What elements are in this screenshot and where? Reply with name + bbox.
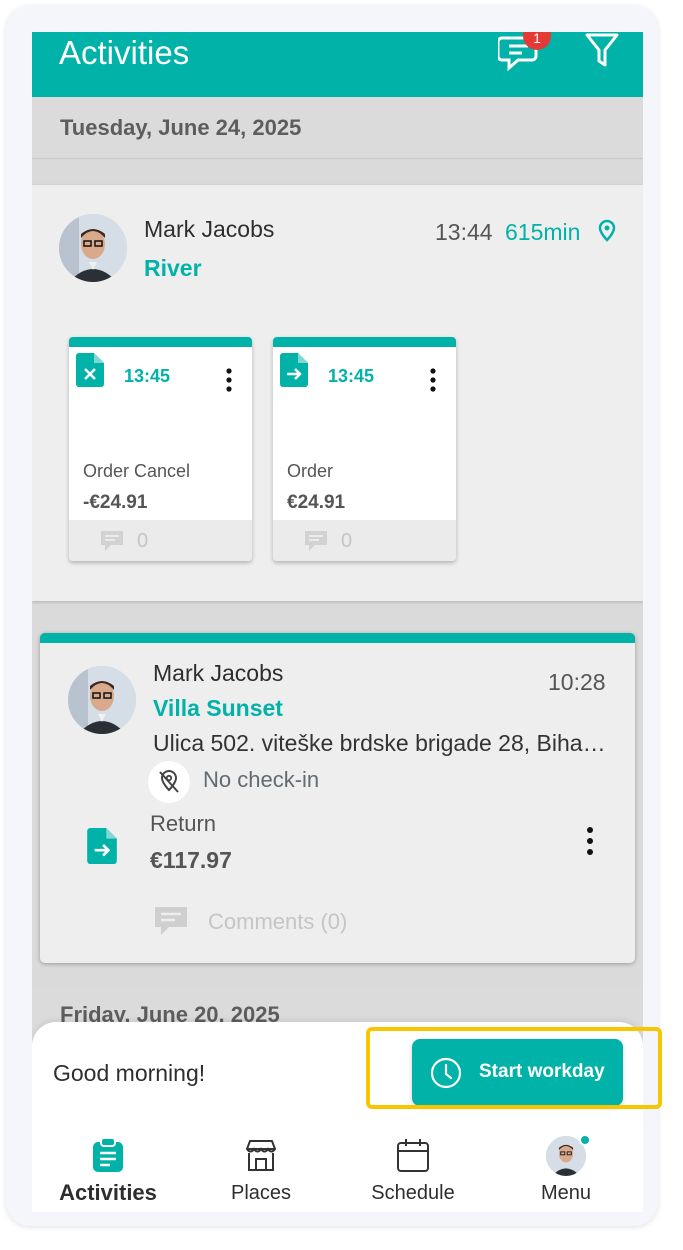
- document-arrow-icon: [87, 828, 117, 864]
- no-location-icon: [148, 761, 190, 803]
- nav-places[interactable]: Places: [201, 1132, 321, 1212]
- document-type: Order Cancel: [83, 461, 191, 481]
- highlight-box: [366, 1027, 662, 1109]
- visit-time: 13:44: [435, 219, 493, 245]
- document-type: Order: [287, 461, 334, 481]
- avatar: [68, 666, 136, 734]
- place-address: Ulica 502. viteške brdske brigade 28, Bi…: [153, 730, 606, 756]
- document-time: 13:45: [124, 366, 171, 386]
- nav-label: Schedule: [371, 1182, 455, 1204]
- visit-card[interactable]: Mark Jacobs River 13:44 615min 13:45 Ord…: [32, 185, 643, 601]
- comment-icon: [101, 531, 123, 551]
- calendar-icon: [397, 1139, 429, 1172]
- document-cancel-icon: [76, 353, 104, 387]
- page-title: Activities: [59, 34, 190, 71]
- filter-button[interactable]: [584, 32, 620, 70]
- location-pin-icon: [598, 219, 616, 242]
- comment-count: 0: [341, 530, 353, 552]
- document-footer: 0: [69, 520, 252, 561]
- online-status-dot: [579, 1134, 591, 1146]
- comments-link[interactable]: Comments (0): [208, 909, 347, 935]
- nav-label: Activities: [59, 1180, 157, 1205]
- greeting-text: Good morning!: [53, 1060, 206, 1086]
- date-header: Tuesday, June 24, 2025: [32, 97, 643, 159]
- store-icon: [246, 1140, 276, 1171]
- nav-activities[interactable]: Activities: [48, 1132, 168, 1212]
- comment-count: 0: [137, 530, 149, 552]
- comment-icon: [305, 531, 327, 551]
- comment-icon: [155, 907, 187, 935]
- more-vert-icon[interactable]: [580, 826, 600, 858]
- document-amount: €117.97: [150, 847, 232, 873]
- more-vert-icon[interactable]: [423, 367, 443, 393]
- document-card[interactable]: 13:45 Order Cancel -€24.91 0: [69, 337, 252, 561]
- nav-schedule[interactable]: Schedule: [353, 1132, 473, 1212]
- user-name: Mark Jacobs: [153, 660, 284, 686]
- user-name: Mark Jacobs: [144, 216, 275, 242]
- document-card[interactable]: 13:45 Order €24.91 0: [273, 337, 456, 561]
- visit-time: 10:28: [548, 669, 606, 695]
- filter-icon: [585, 33, 619, 67]
- document-arrow-icon: [280, 353, 308, 387]
- app-bar: Activities 1: [32, 32, 643, 97]
- document-amount: -€24.91: [83, 492, 148, 513]
- visit-card[interactable]: Mark Jacobs Villa Sunset 10:28 Ulica 502…: [40, 633, 635, 963]
- nav-label: Menu: [540, 1182, 592, 1204]
- document-amount: €24.91: [287, 492, 346, 513]
- clipboard-icon: [93, 1137, 123, 1172]
- document-footer: 0: [273, 520, 456, 561]
- place-name[interactable]: Villa Sunset: [153, 695, 283, 722]
- document-time: 13:45: [328, 366, 375, 386]
- visit-duration: 615min: [505, 219, 581, 245]
- nav-label: Places: [230, 1182, 292, 1204]
- more-vert-icon[interactable]: [219, 367, 239, 393]
- document-type: Return: [150, 811, 217, 836]
- checkin-status: No check-in: [203, 767, 320, 792]
- place-name[interactable]: River: [144, 255, 202, 282]
- date-label: Tuesday, June 24, 2025: [60, 115, 302, 140]
- avatar: [59, 214, 127, 282]
- nav-menu[interactable]: Menu: [506, 1132, 626, 1212]
